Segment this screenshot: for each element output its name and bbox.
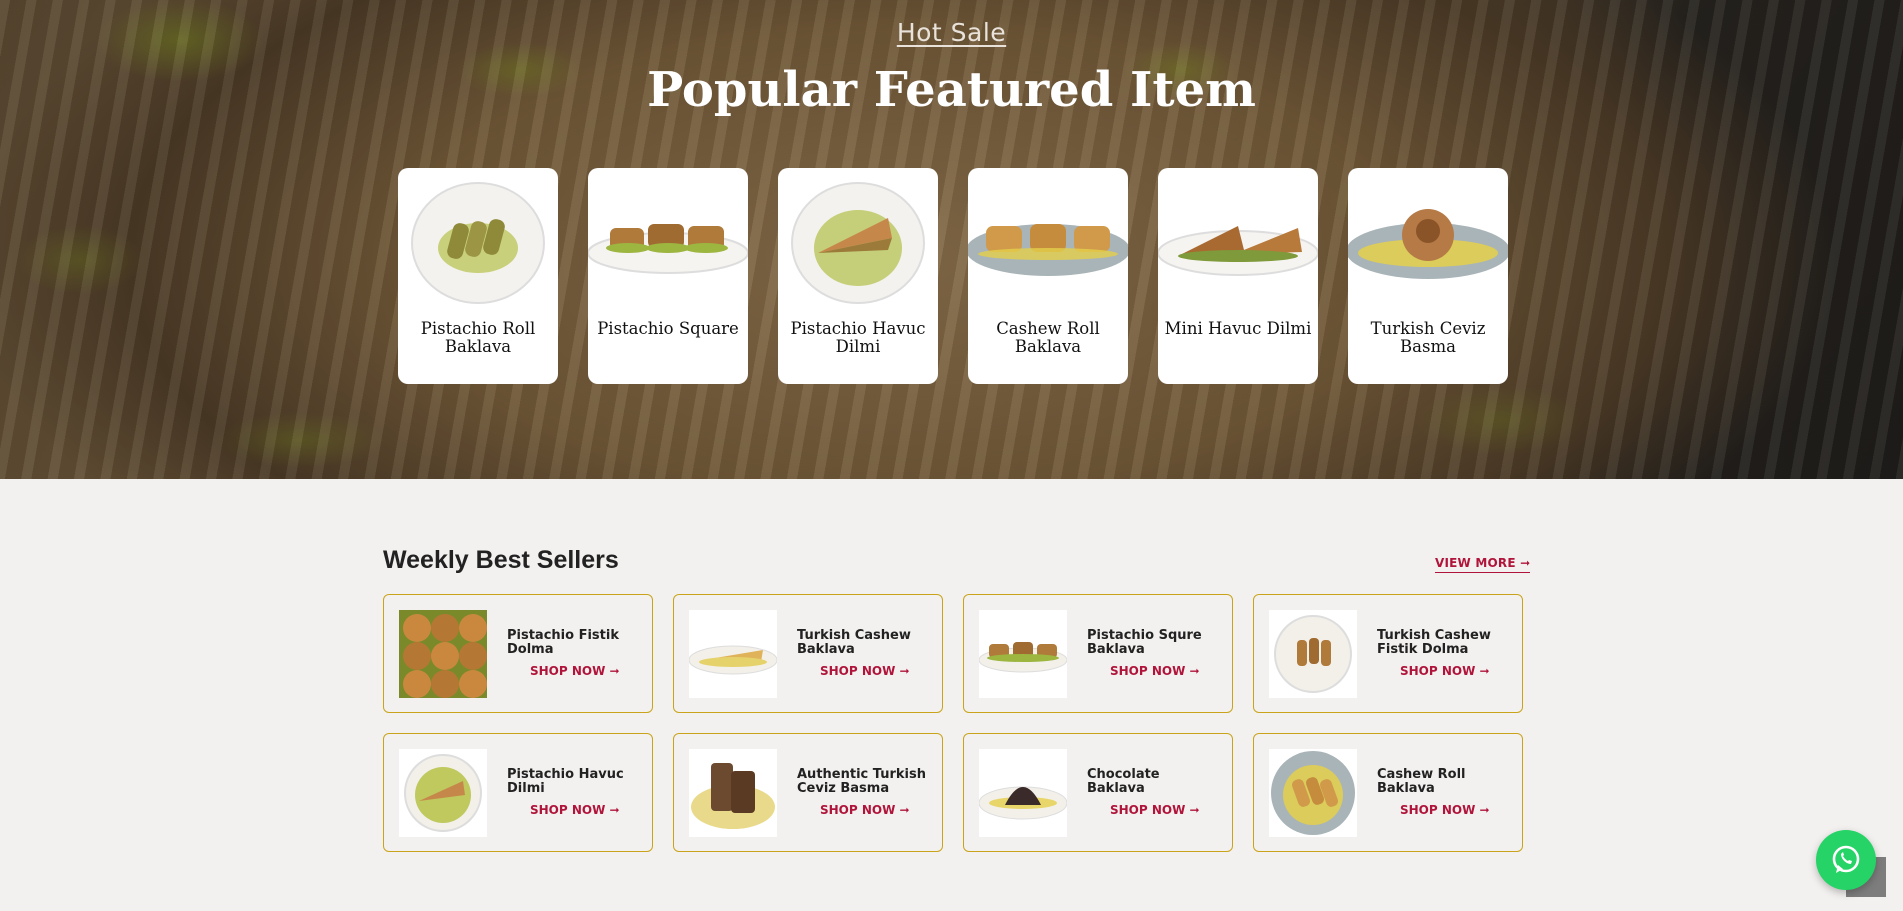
cashew-roll-baklava-image — [1269, 748, 1357, 837]
featured-item-name: Cashew Roll Baklava — [996, 319, 1100, 356]
shop-now-link[interactable]: SHOP NOW ➞ — [820, 664, 927, 678]
hero-title: Popular Featured Item — [647, 62, 1256, 118]
featured-item-card[interactable]: Pistachio Square — [588, 168, 748, 384]
cashew-roll-plate-image — [968, 168, 1128, 318]
shop-now-link[interactable]: SHOP NOW ➞ — [1110, 803, 1217, 817]
product-name: Turkish Cashew Fistik Dolma — [1377, 628, 1491, 657]
ceviz-basma-plate-image — [1348, 168, 1508, 318]
havuc-dilmi-image — [399, 748, 487, 837]
cashew-baklava-image — [689, 609, 777, 698]
product-card[interactable]: Cashew Roll Baklava SHOP NOW ➞ — [1253, 733, 1523, 852]
product-name: Authentic Turkish Ceviz Basma — [797, 767, 926, 796]
hero-kicker: Hot Sale — [896, 18, 1007, 47]
whatsapp-icon — [1832, 845, 1860, 873]
product-name: Cashew Roll Baklava — [1377, 767, 1466, 796]
pistachio-square-baklava-image — [979, 609, 1067, 698]
featured-item-name: Pistachio Square — [597, 319, 739, 338]
product-name: Turkish Cashew Baklava — [797, 628, 911, 657]
product-name: Chocolate Baklava — [1087, 767, 1160, 796]
product-card[interactable]: Authentic Turkish Ceviz Basma SHOP NOW ➞ — [673, 733, 943, 852]
cashew-fistik-dolma-image — [1269, 609, 1357, 698]
product-name: Pistachio Squre Baklava — [1087, 628, 1202, 657]
featured-item-card[interactable]: Cashew Roll Baklava — [968, 168, 1128, 384]
pistachio-square-plate-image — [588, 168, 748, 318]
featured-item-name: Pistachio Roll Baklava — [420, 319, 536, 356]
view-more-link[interactable]: VIEW MORE ➞ — [1435, 556, 1531, 573]
shop-now-link[interactable]: SHOP NOW ➞ — [1110, 664, 1217, 678]
featured-item-name: Mini Havuc Dilmi — [1164, 319, 1312, 338]
product-card[interactable]: Chocolate Baklava SHOP NOW ➞ — [963, 733, 1233, 852]
ceviz-basma-image — [689, 748, 777, 837]
shop-now-link[interactable]: SHOP NOW ➞ — [1400, 664, 1507, 678]
pistachio-havuc-plate-image — [778, 168, 938, 318]
featured-item-card[interactable]: Pistachio Havuc Dilmi — [778, 168, 938, 384]
pistachio-roll-plate-image — [398, 168, 558, 318]
product-name: Pistachio Havuc Dilmi — [507, 767, 624, 796]
product-name: Pistachio Fistik Dolma — [507, 628, 619, 657]
featured-items: Pistachio Roll Baklava Pistachio Square — [398, 168, 1508, 384]
chocolate-baklava-image — [979, 748, 1067, 837]
product-card[interactable]: Pistachio Fistik Dolma SHOP NOW ➞ — [383, 594, 653, 713]
best-sellers-title: Weekly Best Sellers — [383, 546, 619, 574]
shop-now-link[interactable]: SHOP NOW ➞ — [530, 664, 637, 678]
featured-item-name: Turkish Ceviz Basma — [1370, 319, 1486, 356]
featured-item-card[interactable]: Mini Havuc Dilmi — [1158, 168, 1318, 384]
mini-havuc-plate-image — [1158, 168, 1318, 318]
hero-banner: Hot Sale Popular Featured Item Pistachio… — [0, 0, 1903, 479]
shop-now-link[interactable]: SHOP NOW ➞ — [530, 803, 637, 817]
shop-now-link[interactable]: SHOP NOW ➞ — [820, 803, 927, 817]
featured-item-name: Pistachio Havuc Dilmi — [790, 319, 926, 356]
product-card[interactable]: Pistachio Havuc Dilmi SHOP NOW ➞ — [383, 733, 653, 852]
featured-item-card[interactable]: Turkish Ceviz Basma — [1348, 168, 1508, 384]
featured-item-card[interactable]: Pistachio Roll Baklava — [398, 168, 558, 384]
product-card[interactable]: Turkish Cashew Fistik Dolma SHOP NOW ➞ — [1253, 594, 1523, 713]
product-card[interactable]: Pistachio Squre Baklava SHOP NOW ➞ — [963, 594, 1233, 713]
whatsapp-chat-button[interactable] — [1816, 830, 1876, 890]
best-sellers-grid: Pistachio Fistik Dolma SHOP NOW ➞ Turkis… — [383, 594, 1523, 852]
fistik-dolma-image — [399, 609, 487, 698]
shop-now-link[interactable]: SHOP NOW ➞ — [1400, 803, 1507, 817]
product-card[interactable]: Turkish Cashew Baklava SHOP NOW ➞ — [673, 594, 943, 713]
